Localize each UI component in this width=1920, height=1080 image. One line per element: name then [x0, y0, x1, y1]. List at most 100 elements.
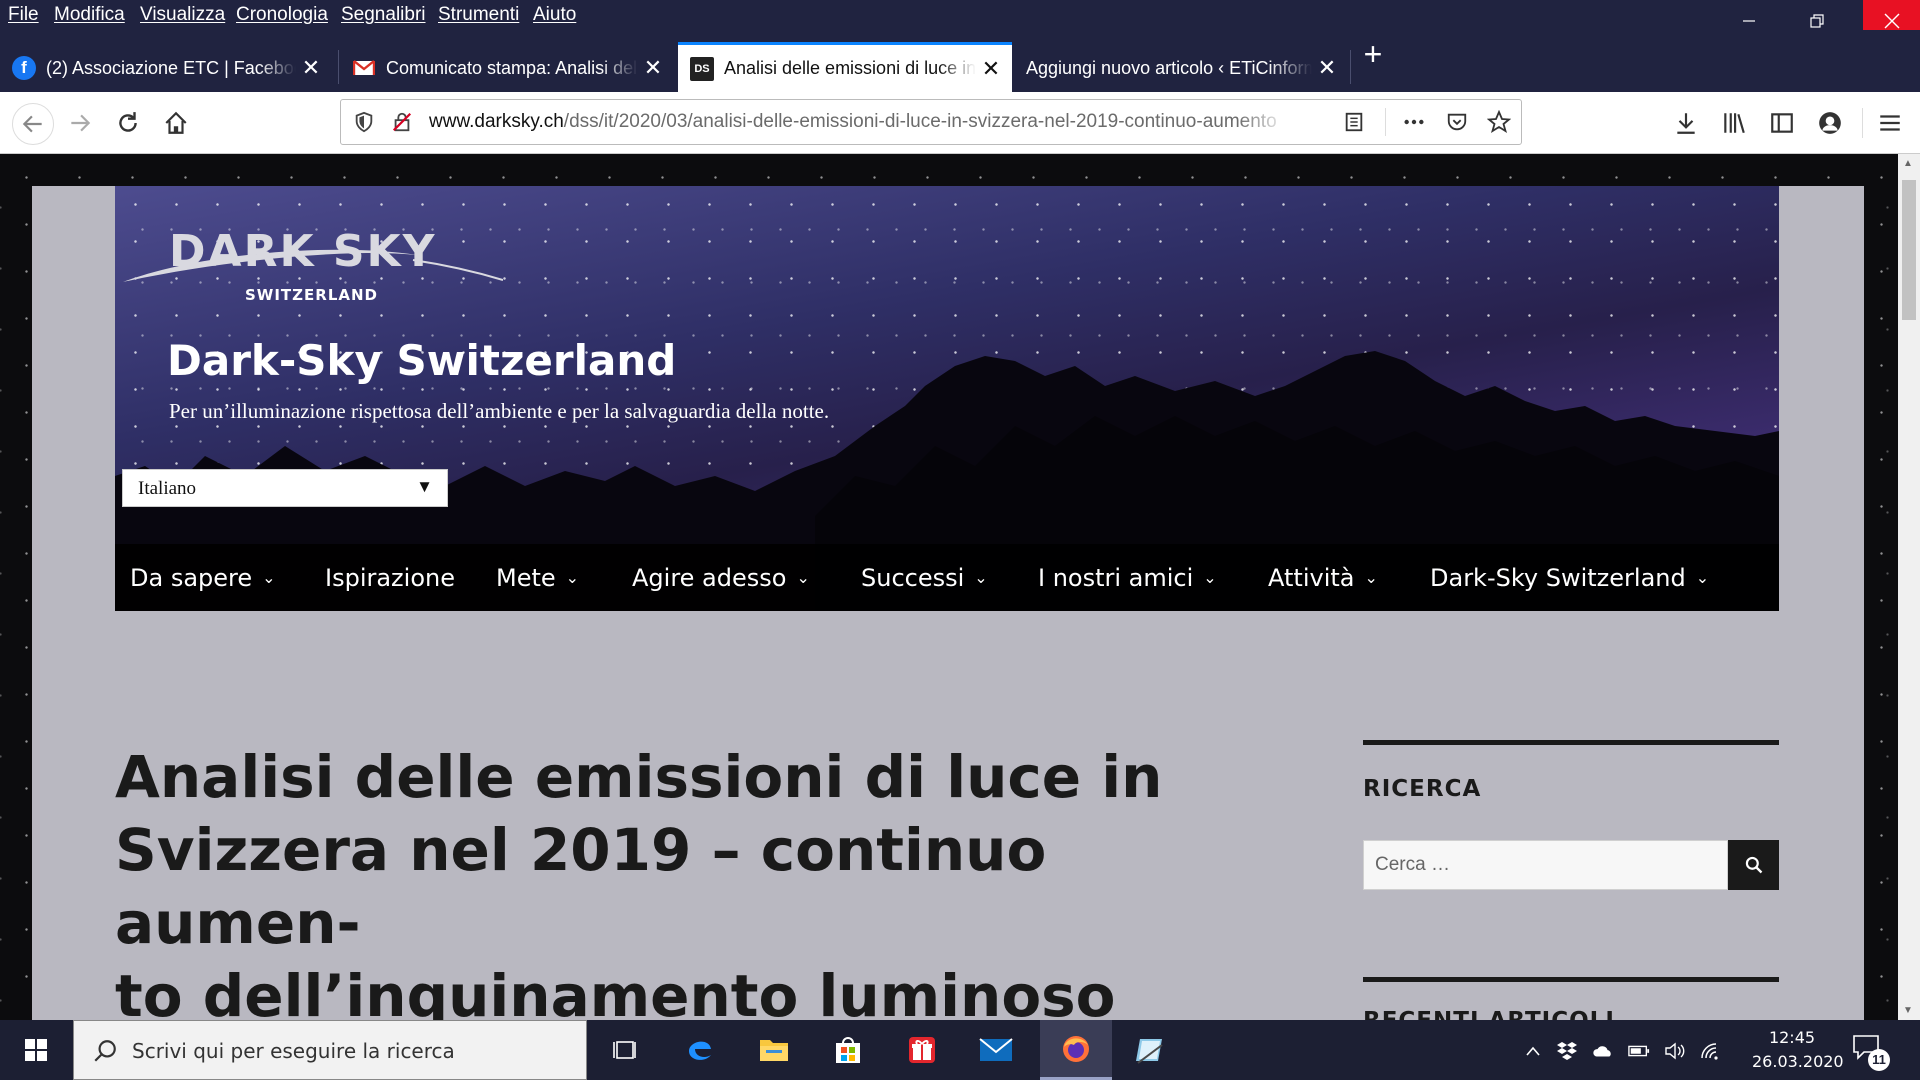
onedrive-icon[interactable] [1592, 1040, 1614, 1062]
url-path: /dss/it/2020/03/analisi-delle-emissioni-… [563, 111, 1277, 132]
nav-item-successi[interactable]: Successi ⌄ [861, 564, 988, 592]
forward-button[interactable] [62, 105, 98, 141]
taskbar-store[interactable] [812, 1020, 884, 1080]
language-select[interactable]: Italiano ▼ [122, 469, 448, 507]
home-icon [165, 111, 187, 134]
firefox-icon [1063, 1035, 1089, 1062]
nav-item-da-sapere[interactable]: Da sapere ⌄ [130, 564, 276, 592]
system-clock[interactable]: 12:45 26.03.2020 [1752, 1026, 1844, 1074]
taskbar: Scrivi qui per eseguire la ricerca 12:45… [0, 1020, 1920, 1080]
library-button[interactable] [1716, 105, 1752, 141]
taskbar-mail[interactable] [960, 1020, 1032, 1080]
search-placeholder: Cerca … [1375, 854, 1450, 875]
menu-aiuto[interactable]: Aiuto [533, 4, 576, 26]
taskbar-search-input[interactable]: Scrivi qui per eseguire la ricerca [73, 1020, 587, 1080]
taskbar-file-explorer[interactable] [738, 1020, 810, 1080]
home-button[interactable] [158, 105, 194, 141]
nav-item-ispirazione[interactable]: Ispirazione [325, 564, 455, 592]
gmail-icon [352, 56, 376, 80]
close-tab-icon[interactable]: ✕ [1312, 55, 1342, 81]
taskbar-notes-app[interactable] [1114, 1020, 1186, 1080]
menu-visualizza[interactable]: Visualizza [140, 4, 225, 26]
close-tab-icon[interactable]: ✕ [296, 55, 326, 81]
menu-file[interactable]: File [8, 4, 39, 26]
reload-button[interactable] [110, 105, 146, 141]
nav-item-attivita[interactable]: Attività ⌄ [1268, 564, 1378, 592]
tab-separator [338, 50, 339, 84]
language-value: Italiano [138, 478, 197, 499]
taskbar-gift-app[interactable] [886, 1020, 958, 1080]
tab-darksky-active[interactable]: DS Analisi delle emissioni di luce in Sv… [678, 42, 1012, 92]
more-actions-icon[interactable] [1401, 111, 1427, 133]
library-icon [1724, 113, 1745, 134]
widget-divider [1363, 740, 1779, 745]
search-widget-title: RICERCA [1363, 776, 1482, 802]
site-title[interactable]: Dark-Sky Switzerland [167, 336, 676, 385]
sidebar-icon [1771, 113, 1793, 133]
menu-segnalibri[interactable]: Segnalibri [341, 4, 426, 26]
post-title-line: to dell’inquinamento luminoso [115, 962, 1116, 1020]
menu-modifica[interactable]: Modifica [54, 4, 125, 26]
dropdown-arrow-icon: ▼ [416, 477, 433, 496]
account-button[interactable] [1812, 105, 1848, 141]
dropbox-icon[interactable] [1556, 1040, 1578, 1062]
volume-icon[interactable] [1664, 1040, 1686, 1062]
search-input[interactable]: Cerca … [1363, 840, 1728, 890]
wifi-icon[interactable] [1700, 1040, 1722, 1062]
minimize-icon [1742, 19, 1755, 22]
new-tab-button[interactable]: + [1358, 38, 1388, 70]
close-tab-icon[interactable]: ✕ [638, 55, 668, 81]
menu-cronologia[interactable]: Cronologia [236, 4, 328, 26]
chevron-down-icon: ⌄ [974, 568, 988, 587]
close-tab-icon[interactable]: ✕ [976, 56, 1006, 82]
bookmark-star-icon[interactable] [1487, 110, 1511, 134]
search-icon [1745, 856, 1762, 874]
task-view-icon [613, 1041, 636, 1059]
sidebar-button[interactable] [1764, 105, 1800, 141]
clock-date: 26.03.2020 [1752, 1052, 1844, 1071]
nav-item-dark-sky-switzerland[interactable]: Dark-Sky Switzerland ⌄ [1430, 564, 1709, 592]
url-bar[interactable]: www.darksky.ch/dss/it/2020/03/analisi-de… [340, 99, 1522, 145]
tab-wordpress[interactable]: Aggiungi nuovo articolo ‹ ETiCinforma ✕ [1014, 44, 1348, 92]
start-button[interactable] [0, 1020, 72, 1080]
pocket-icon[interactable] [1445, 111, 1469, 133]
nav-item-i-nostri-amici[interactable]: I nostri amici ⌄ [1038, 564, 1217, 592]
insecure-lock-icon[interactable] [391, 111, 413, 133]
task-view-button[interactable] [590, 1020, 662, 1080]
download-icon [1677, 113, 1695, 134]
tab-facebook[interactable]: f (2) Associazione ETC | Facebook ✕ [0, 44, 332, 92]
tab-gmail[interactable]: Comunicato stampa: Analisi delle emissio… [340, 44, 674, 92]
nav-item-agire-adesso[interactable]: Agire adesso ⌄ [632, 564, 810, 592]
menu-strumenti[interactable]: Strumenti [438, 4, 519, 26]
downloads-button[interactable] [1668, 105, 1704, 141]
navigation-toolbar: www.darksky.ch/dss/it/2020/03/analisi-de… [0, 92, 1920, 154]
tray-overflow-icon[interactable] [1522, 1040, 1544, 1062]
scrollbar-thumb[interactable] [1902, 180, 1916, 320]
taskbar-firefox[interactable] [1040, 1020, 1112, 1080]
taskbar-edge[interactable] [664, 1020, 736, 1080]
notepad-icon [1136, 1039, 1163, 1064]
page-viewport[interactable]: DARK SKY SWITZERLAND Dark-Sky Switzerlan… [0, 154, 1898, 1020]
folder-icon [760, 1040, 788, 1061]
page-scrollbar[interactable]: ▲ ▼ [1898, 154, 1920, 1020]
menu-bar: File Modifica Visualizza Cronologia Segn… [0, 0, 1920, 30]
tab-separator [1350, 50, 1351, 84]
logo-subtext: SWITZERLAND [245, 286, 379, 304]
tab-bar: f (2) Associazione ETC | Facebook ✕ Comu… [0, 30, 1920, 92]
search-button[interactable] [1728, 840, 1779, 890]
back-button[interactable] [12, 103, 54, 145]
hamburger-icon [1880, 115, 1900, 131]
clock-time: 12:45 [1768, 1028, 1816, 1047]
action-center-button[interactable]: 11 [1852, 1034, 1890, 1071]
scroll-down-icon[interactable]: ▼ [1903, 1005, 1913, 1016]
menu-button[interactable] [1872, 105, 1908, 141]
shield-icon[interactable] [353, 111, 375, 133]
chevron-down-icon: ⌄ [1364, 568, 1378, 587]
windows-icon [25, 1039, 47, 1061]
site-logo[interactable]: DARK SKY SWITZERLAND [123, 214, 503, 324]
scroll-up-icon[interactable]: ▲ [1903, 158, 1913, 169]
url-text[interactable]: www.darksky.ch/dss/it/2020/03/analisi-de… [429, 111, 1289, 133]
nav-item-mete[interactable]: Mete ⌄ [496, 564, 579, 592]
battery-icon[interactable] [1628, 1040, 1650, 1062]
reader-view-icon[interactable] [1343, 111, 1365, 133]
